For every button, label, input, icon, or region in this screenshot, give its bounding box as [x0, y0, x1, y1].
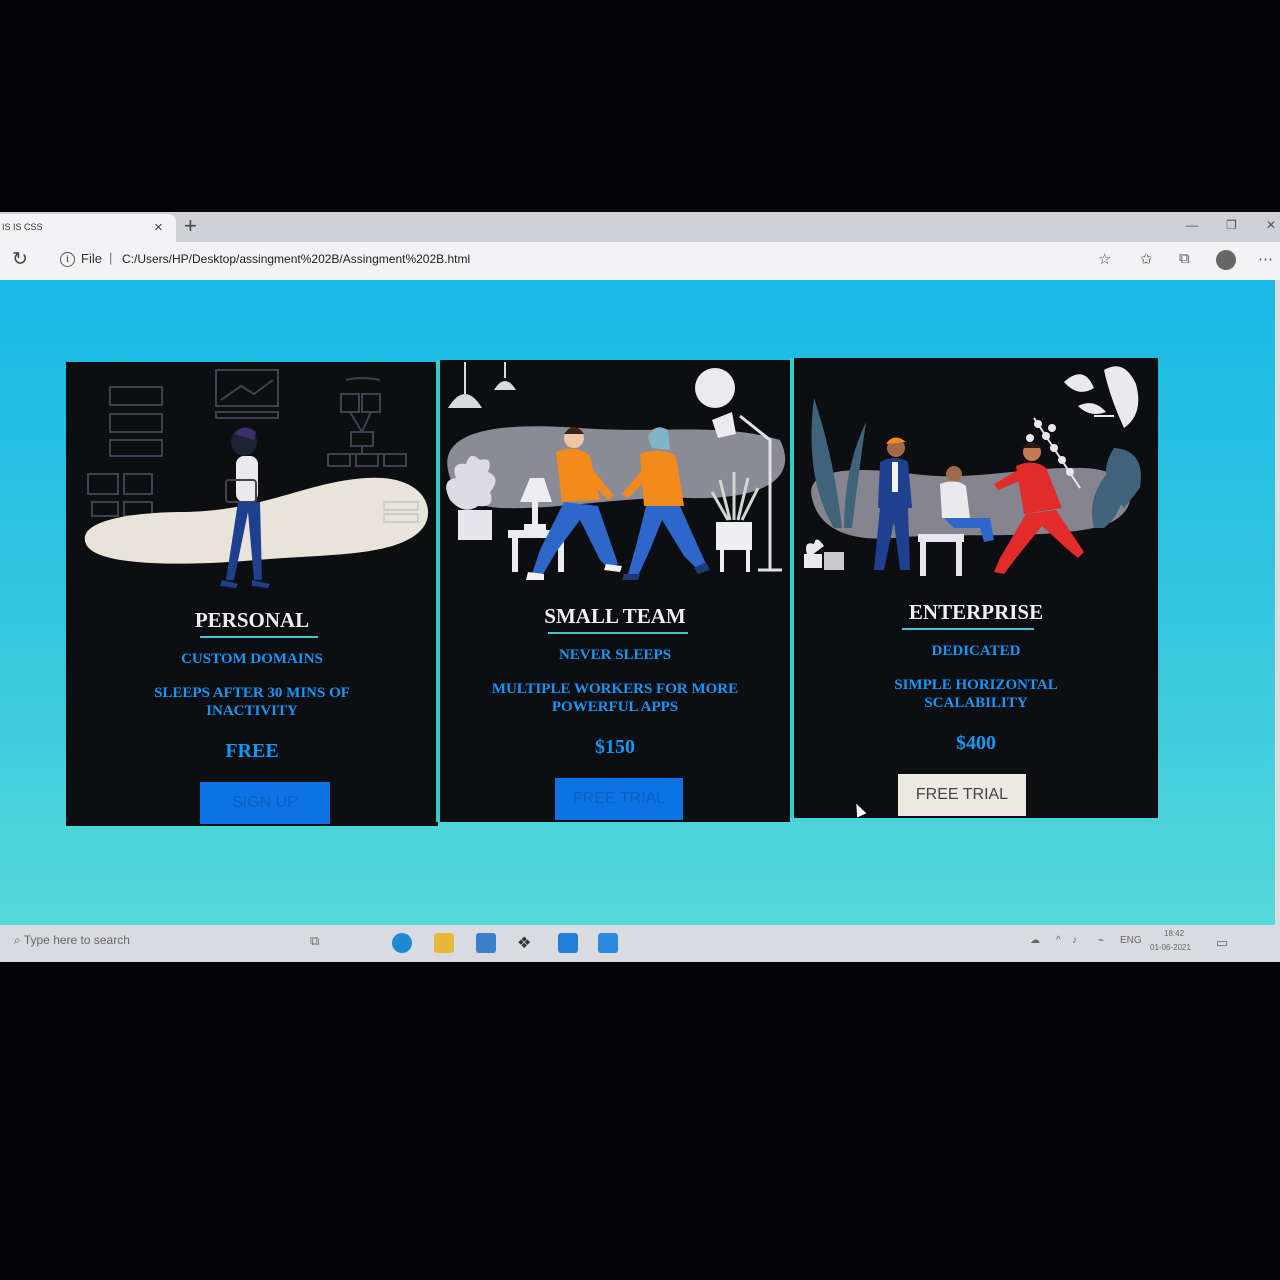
clock-time[interactable]: 18:42: [1164, 929, 1184, 938]
plan-card-enterprise: ENTERPRISE DEDICATED SIMPLE HORIZONTAL S…: [790, 358, 1158, 818]
plan-feature: SLEEPS AFTER 30 MINS OF INACTIVITY: [154, 685, 350, 719]
mail-icon[interactable]: [476, 933, 496, 953]
plan-price: FREE: [225, 740, 279, 762]
free-trial-button[interactable]: FREE TRIAL: [555, 778, 683, 820]
browser-tab[interactable]: IS IS CSS ×: [0, 214, 176, 242]
collections-icon[interactable]: ⧉: [1179, 250, 1190, 267]
plan-feature: NEVER SLEEPS: [558, 647, 672, 663]
favorites-icon[interactable]: ✩: [1140, 250, 1153, 268]
browser-window: IS IS CSS × + — ❐ ✕ ↻ i File | C:/Users/…: [0, 212, 1280, 962]
sign-up-button[interactable]: SIGN UP: [200, 782, 330, 824]
dropbox-icon[interactable]: ❖: [517, 933, 537, 953]
clock-date[interactable]: 01-06-2021: [1150, 943, 1191, 952]
reload-icon[interactable]: ↻: [12, 248, 28, 271]
plan-price: $150: [595, 736, 635, 758]
language-indicator[interactable]: ENG: [1120, 935, 1142, 946]
title-underline: [548, 632, 688, 634]
file-label: File: [81, 251, 102, 266]
tab-close-icon[interactable]: ×: [154, 219, 163, 236]
title-underline: [902, 628, 1034, 630]
plan-title: ENTERPRISE: [908, 600, 1044, 624]
plan-feature: DEDICATED: [931, 643, 1021, 659]
plan-feature: CUSTOM DOMAINS: [181, 651, 323, 667]
minimize-icon[interactable]: —: [1186, 218, 1198, 232]
window-close-icon[interactable]: ✕: [1266, 218, 1276, 232]
taskbar-search[interactable]: ⌕ Type here to search: [14, 933, 130, 948]
profile-avatar[interactable]: [1216, 250, 1236, 270]
page-scrollbar[interactable]: [1275, 280, 1280, 925]
plan-card-small-team: SMALL TEAM NEVER SLEEPS MULTIPLE WORKERS…: [436, 360, 790, 822]
task-view-icon[interactable]: ⧉: [310, 933, 319, 949]
plan-feature: MULTIPLE WORKERS FOR MORE POWERFUL APPS: [491, 681, 739, 715]
app-icon[interactable]: [558, 933, 578, 953]
url-field[interactable]: i File | C:/Users/HP/Desktop/assingment%…: [46, 247, 1086, 273]
plan-feature: SIMPLE HORIZONTAL SCALABILITY: [894, 677, 1058, 711]
plan-title: SMALL TEAM: [544, 604, 686, 628]
page-content: PERSONAL CUSTOM DOMAINS SLEEPS AFTER 30 …: [0, 280, 1275, 925]
notification-icon[interactable]: ▭: [1216, 935, 1228, 951]
edge-icon[interactable]: [392, 933, 412, 953]
tab-title: IS IS CSS: [2, 222, 43, 232]
restore-icon[interactable]: ❐: [1226, 218, 1237, 232]
new-tab-icon[interactable]: +: [184, 213, 197, 239]
small-team-illustration: [446, 362, 786, 580]
address-bar: ↻ i File | C:/Users/HP/Desktop/assingmen…: [0, 242, 1280, 280]
url-text[interactable]: C:/Users/HP/Desktop/assingment%202B/Assi…: [122, 252, 470, 266]
plan-title: PERSONAL: [194, 608, 310, 632]
search-placeholder: Type here to search: [23, 933, 130, 947]
tab-strip: IS IS CSS × + — ❐ ✕: [0, 212, 1280, 242]
file-explorer-icon[interactable]: [434, 933, 454, 953]
more-menu-icon[interactable]: ⋯: [1258, 250, 1273, 268]
enterprise-illustration: [804, 366, 1141, 576]
vscode-icon[interactable]: [598, 933, 618, 953]
tray-expand-icon[interactable]: ^: [1056, 935, 1061, 946]
free-trial-button[interactable]: FREE TRIAL: [898, 774, 1026, 816]
title-underline: [200, 636, 318, 638]
info-icon[interactable]: i: [60, 252, 75, 267]
plan-card-personal: PERSONAL CUSTOM DOMAINS SLEEPS AFTER 30 …: [66, 362, 438, 826]
weather-icon[interactable]: ☁: [1030, 935, 1040, 946]
separator: |: [109, 250, 113, 265]
add-favorite-icon[interactable]: ☆: [1098, 250, 1111, 268]
taskbar: ⌕ Type here to search ⧉ ❖ ☁ ^ ♪ ⌁ ENG 18…: [0, 925, 1280, 962]
network-icon[interactable]: ⌁: [1098, 935, 1104, 946]
plan-price: $400: [956, 732, 996, 754]
volume-icon[interactable]: ♪: [1072, 935, 1077, 946]
personal-illustration: [84, 369, 429, 588]
